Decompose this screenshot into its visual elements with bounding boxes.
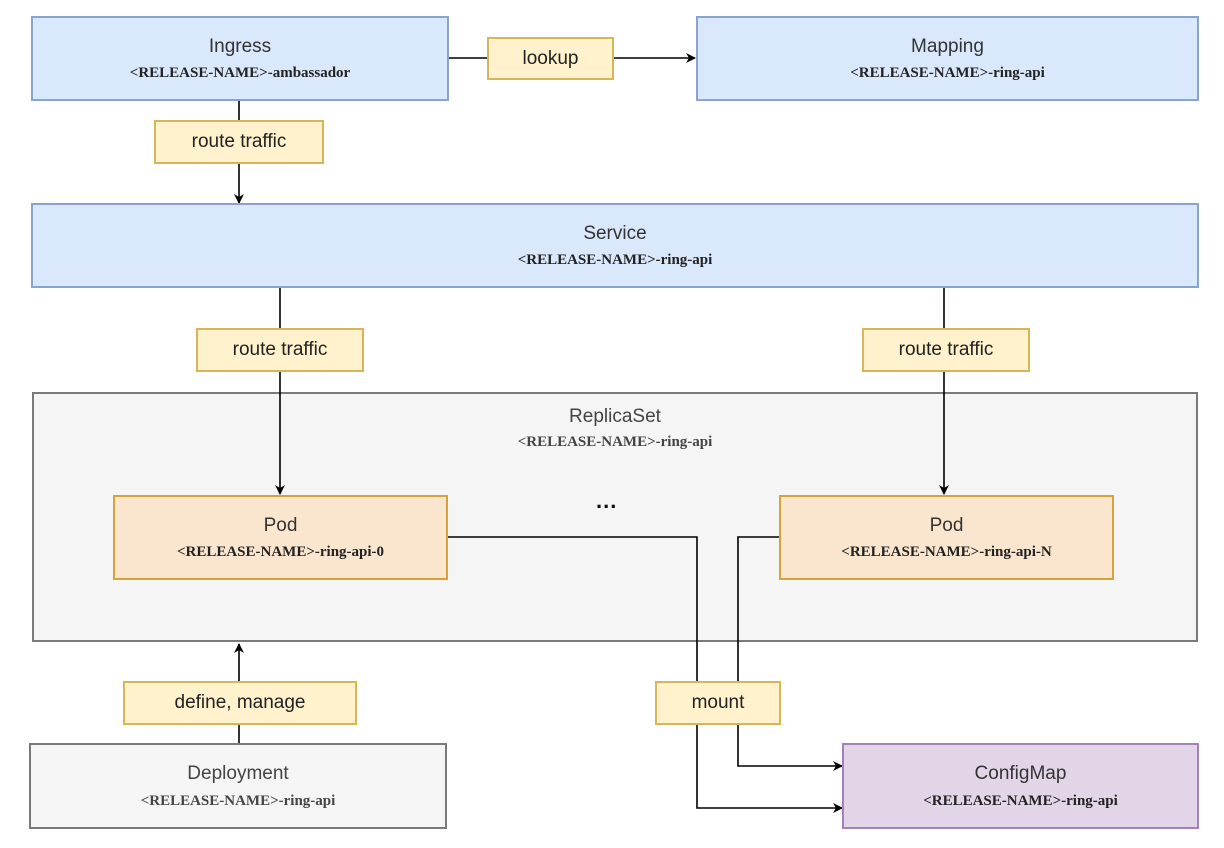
pod-0-name: <RELEASE-NAME>-ring-api-0 <box>176 544 385 561</box>
deployment-title: Deployment <box>187 763 289 785</box>
service-title: Service <box>583 222 647 244</box>
replicaset-title: ReplicaSet <box>569 406 661 427</box>
edge-label-service-podN: route traffic <box>862 328 1030 372</box>
pod-0-box[interactable]: Pod <RELEASE-NAME>-ring-api-0 <box>113 495 448 580</box>
configmap-box[interactable]: ConfigMap <RELEASE-NAME>-ring-api <box>842 743 1199 829</box>
edge-label-service-pod0: route traffic <box>196 328 364 372</box>
deployment-name: <RELEASE-NAME>-ring-api <box>140 792 336 809</box>
service-box[interactable]: Service <RELEASE-NAME>-ring-api <box>31 203 1199 288</box>
mapping-box[interactable]: Mapping <RELEASE-NAME>-ring-api <box>696 16 1199 101</box>
edge-label-lookup: lookup <box>487 37 614 80</box>
edge-label-mount: mount <box>655 681 781 725</box>
ingress-box[interactable]: Ingress <RELEASE-NAME>-ambassador <box>31 16 449 101</box>
edge-label-ingress-service: route traffic <box>154 120 324 164</box>
ingress-name: <RELEASE-NAME>-ambassador <box>129 65 351 82</box>
pod-n-box[interactable]: Pod <RELEASE-NAME>-ring-api-N <box>779 495 1114 580</box>
ingress-title: Ingress <box>208 35 272 57</box>
configmap-name: <RELEASE-NAME>-ring-api <box>923 792 1118 809</box>
configmap-title: ConfigMap <box>974 763 1067 785</box>
more-pods-ellipsis: ... <box>596 488 618 513</box>
deployment-box[interactable]: Deployment <RELEASE-NAME>-ring-api <box>29 743 447 829</box>
edge-label-define-manage: define, manage <box>123 681 357 725</box>
pod-0-title: Pod <box>263 514 298 536</box>
replicaset-name: <RELEASE-NAME>-ring-api <box>517 434 713 450</box>
mapping-name: <RELEASE-NAME>-ring-api <box>850 65 1045 82</box>
service-name: <RELEASE-NAME>-ring-api <box>517 252 713 269</box>
pod-n-title: Pod <box>929 514 964 536</box>
pod-n-name: <RELEASE-NAME>-ring-api-N <box>841 544 1052 561</box>
mapping-title: Mapping <box>911 35 984 57</box>
